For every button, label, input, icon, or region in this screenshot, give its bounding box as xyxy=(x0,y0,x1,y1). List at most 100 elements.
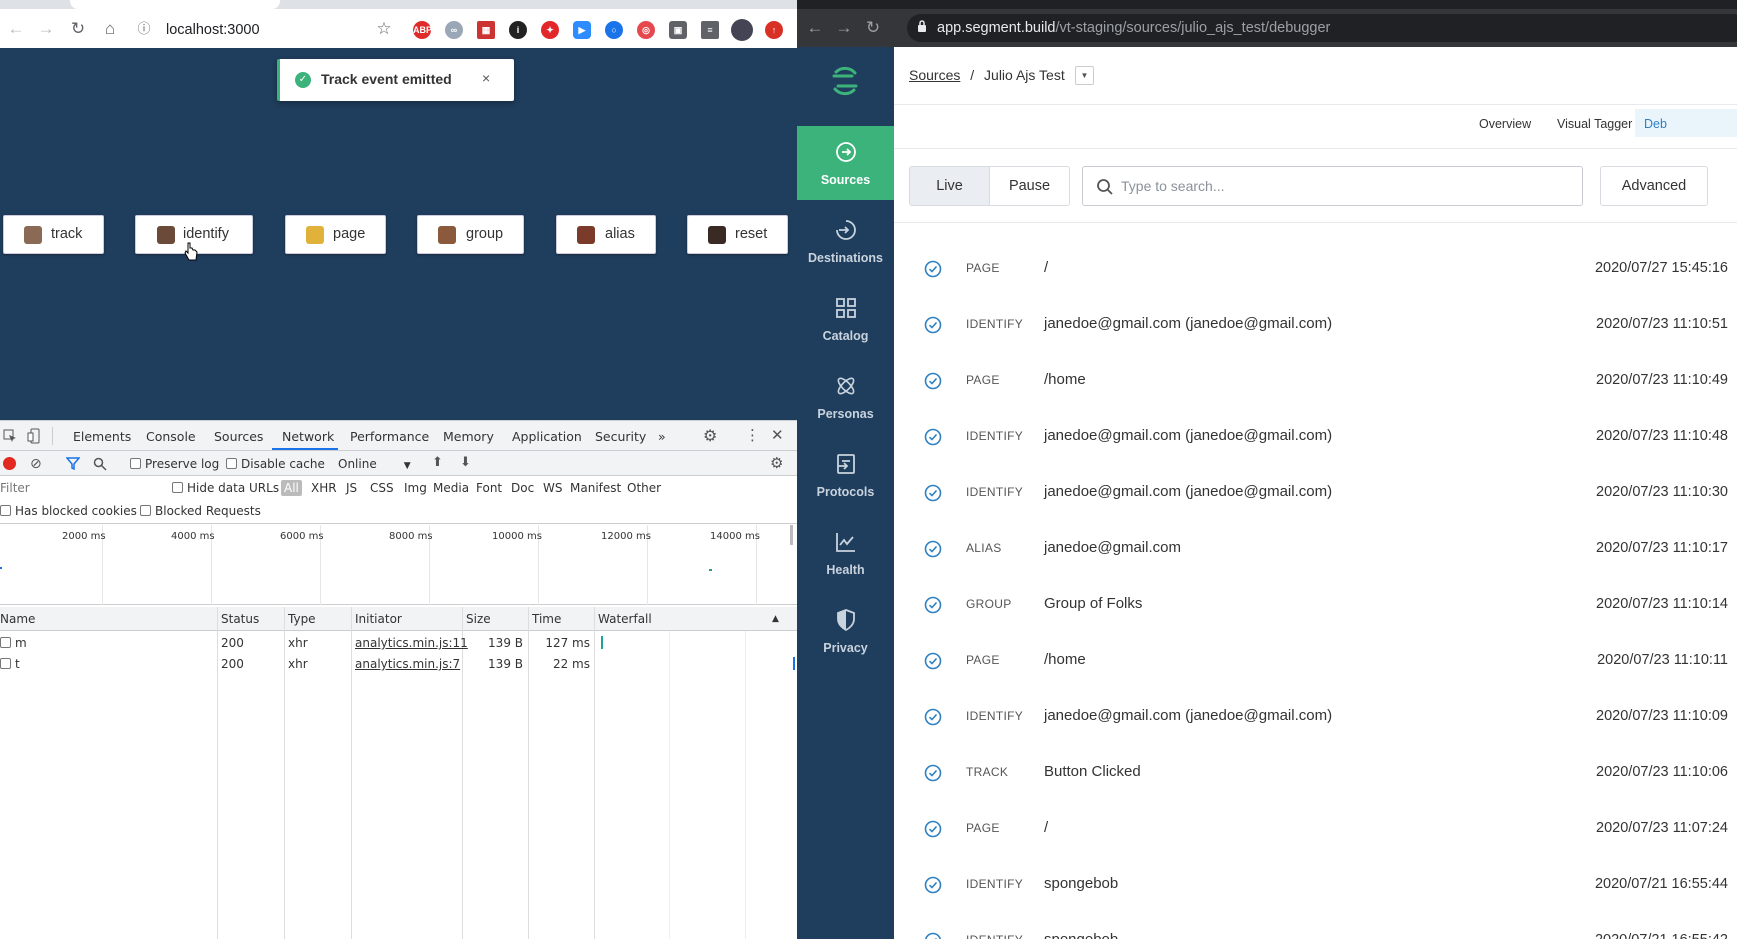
column-type[interactable]: Type xyxy=(288,607,316,631)
search-icon[interactable] xyxy=(93,457,107,471)
event-row[interactable]: IDENTIFY janedoe@gmail.com (janedoe@gmail… xyxy=(894,465,1737,521)
pause-button[interactable]: Pause xyxy=(989,166,1070,206)
event-row[interactable]: PAGE/home 2020/07/23 11:10:49 xyxy=(894,353,1737,409)
page-button[interactable]: page xyxy=(285,215,386,254)
bookmark-star-icon[interactable]: ☆ xyxy=(372,17,396,41)
forward-icon[interactable]: → xyxy=(34,17,58,41)
zoom-extension-icon[interactable]: ▶ xyxy=(573,21,591,39)
filter-type-img[interactable]: Img xyxy=(404,481,427,495)
event-row[interactable]: IDENTIFY spongebob 2020/07/21 16:55:42 xyxy=(894,913,1737,939)
tab-console[interactable]: Console xyxy=(146,429,196,444)
event-row[interactable]: ALIAS janedoe@gmail.com 2020/07/23 11:10:1… xyxy=(894,521,1737,577)
segment-logo-icon[interactable] xyxy=(830,65,860,97)
toast-close-icon[interactable]: × xyxy=(482,70,490,86)
column-name[interactable]: Name xyxy=(0,607,36,631)
clear-icon[interactable]: ⊘ xyxy=(30,456,42,472)
event-row[interactable]: IDENTIFY janedoe@gmail.com (janedoe@gmail… xyxy=(894,297,1737,353)
event-row[interactable]: IDENTIFY janedoe@gmail.com (janedoe@gmail… xyxy=(894,409,1737,465)
blocked-requests-checkbox[interactable]: Blocked Requests xyxy=(140,504,261,518)
sidebar-item-sources[interactable]: Sources xyxy=(797,126,894,200)
tab-application[interactable]: Application xyxy=(512,429,582,444)
source-switcher-dropdown[interactable]: ▼ xyxy=(1075,66,1094,85)
filter-type-media[interactable]: Media xyxy=(433,481,469,495)
track-button[interactable]: track xyxy=(3,215,104,254)
table-row[interactable]: t 200 xhr analytics.min.js:7 139 B 22 ms xyxy=(0,654,797,674)
extension-icon[interactable]: ▦ xyxy=(477,21,495,39)
request-initiator-link[interactable]: analytics.min.js:11 xyxy=(355,633,468,653)
filter-icon[interactable] xyxy=(66,457,80,470)
filter-type-ws[interactable]: WS xyxy=(543,481,562,495)
tab-network[interactable]: Network xyxy=(282,429,334,444)
record-icon[interactable] xyxy=(3,457,16,470)
inspect-element-icon[interactable] xyxy=(3,429,17,443)
hide-data-urls-checkbox[interactable]: Hide data URLs xyxy=(172,481,279,495)
filter-type-xhr[interactable]: XHR xyxy=(311,481,337,495)
reset-button[interactable]: reset xyxy=(687,215,788,254)
column-size[interactable]: Size xyxy=(466,607,491,631)
advanced-button[interactable]: Advanced xyxy=(1600,166,1708,206)
extension-icon[interactable]: i xyxy=(509,21,527,39)
info-icon[interactable]: ⓘ xyxy=(132,17,156,41)
throttling-select[interactable]: Online ▼ xyxy=(338,457,411,471)
table-row[interactable]: m 200 xhr analytics.min.js:11 139 B 127 … xyxy=(0,633,797,653)
event-row[interactable]: PAGE / 2020/07/23 11:07:24 xyxy=(894,801,1737,857)
sort-ascending-icon[interactable]: ▲ xyxy=(772,607,779,631)
tab-visual-tagger[interactable]: Visual Tagger xyxy=(1557,117,1632,131)
address-bar[interactable]: app.segment.build/vt-staging/sources/jul… xyxy=(907,14,1737,42)
adblock-extension-icon[interactable]: ABP xyxy=(413,21,432,39)
filter-type-js[interactable]: JS xyxy=(346,481,357,495)
filter-type-doc[interactable]: Doc xyxy=(511,481,534,495)
export-har-icon[interactable]: ⬇ xyxy=(460,455,471,470)
reload-icon[interactable]: ↻ xyxy=(66,17,90,41)
sidebar-item-catalog[interactable]: Catalog xyxy=(797,282,894,356)
event-row[interactable]: PAGE/home 2020/07/23 11:10:11 xyxy=(894,633,1737,689)
sidebar-item-destinations[interactable]: Destinations xyxy=(797,204,894,278)
tab-security[interactable]: Security xyxy=(595,429,646,444)
column-waterfall[interactable]: Waterfall xyxy=(598,607,652,631)
column-time[interactable]: Time xyxy=(532,607,562,631)
import-har-icon[interactable]: ⬆ xyxy=(432,455,443,470)
reading-list-icon[interactable]: ≡ xyxy=(701,21,719,39)
filter-input[interactable] xyxy=(0,479,165,497)
reload-icon[interactable]: ↻ xyxy=(861,17,885,39)
address-bar[interactable]: localhost:3000 xyxy=(166,20,260,40)
back-icon[interactable]: ← xyxy=(4,17,28,41)
event-row[interactable]: PAGE / 2020/07/27 15:45:16 xyxy=(894,241,1737,297)
sidebar-item-privacy[interactable]: Privacy xyxy=(797,594,894,668)
filter-type-css[interactable]: CSS xyxy=(370,481,394,495)
back-icon[interactable]: ← xyxy=(803,17,827,39)
tab-memory[interactable]: Memory xyxy=(443,429,494,444)
event-row[interactable]: GROUP Group of Folks 2020/07/23 11:10:14 xyxy=(894,577,1737,633)
filter-type-font[interactable]: Font xyxy=(476,481,502,495)
event-row[interactable]: TRACK Button Clicked 2020/07/23 11:10:06 xyxy=(894,745,1737,801)
sidebar-item-health[interactable]: Health xyxy=(797,516,894,590)
tab-overview[interactable]: Overview xyxy=(1479,117,1531,131)
group-button[interactable]: group xyxy=(417,215,524,254)
extension-icon[interactable]: ○ xyxy=(605,21,623,39)
puzzle-extensions-icon[interactable]: ▣ xyxy=(669,21,687,39)
request-initiator-link[interactable]: analytics.min.js:7 xyxy=(355,654,460,674)
alias-button[interactable]: alias xyxy=(556,215,656,254)
event-row[interactable]: IDENTIFY janedoe@gmail.com (janedoe@gmail… xyxy=(894,689,1737,745)
tab-debugger[interactable]: Deb xyxy=(1644,117,1667,131)
extension-icon[interactable]: ✦ xyxy=(541,21,559,39)
tab-elements[interactable]: Elements xyxy=(73,429,131,444)
tab-sources[interactable]: Sources xyxy=(214,429,263,444)
search-input[interactable] xyxy=(1121,176,1561,196)
extension-icon[interactable]: ∞ xyxy=(445,21,463,39)
network-settings-gear-icon[interactable]: ⚙ xyxy=(770,454,783,472)
tab-performance[interactable]: Performance xyxy=(350,429,429,444)
device-toolbar-icon[interactable] xyxy=(27,428,41,444)
more-tabs-icon[interactable]: » xyxy=(658,429,666,444)
more-options-icon[interactable]: ⋮ xyxy=(745,426,760,444)
column-initiator[interactable]: Initiator xyxy=(355,607,402,631)
timeline-scroll-handle[interactable] xyxy=(790,525,793,545)
extension-icon[interactable]: ◎ xyxy=(637,21,655,39)
filter-type-other[interactable]: Other xyxy=(627,481,661,495)
forward-icon[interactable]: → xyxy=(832,17,856,39)
event-search-field[interactable] xyxy=(1082,166,1583,206)
update-icon[interactable]: ↑ xyxy=(765,21,783,39)
profile-avatar[interactable] xyxy=(731,19,753,41)
close-devtools-icon[interactable]: ✕ xyxy=(771,426,784,444)
settings-gear-icon[interactable]: ⚙ xyxy=(703,426,717,445)
